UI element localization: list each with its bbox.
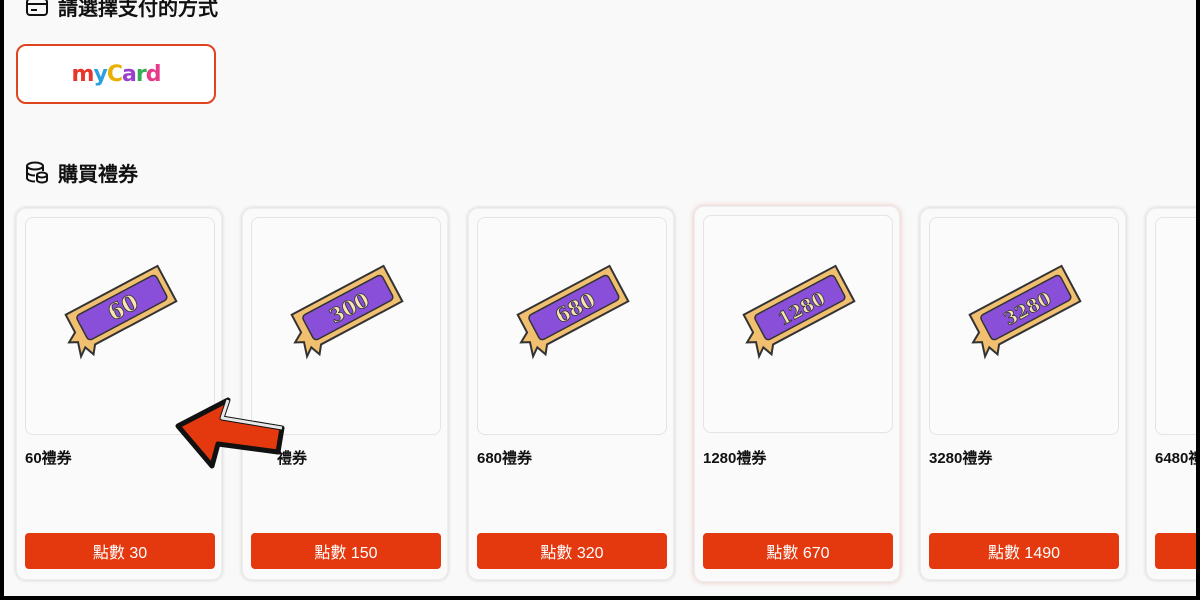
- purchase-title-text: 購買禮券: [58, 164, 138, 186]
- product-card[interactable]: 6480禮: [1146, 208, 1196, 580]
- buy-button[interactable]: 點數 30: [25, 533, 215, 569]
- wallet-icon: [24, 0, 50, 20]
- buy-button[interactable]: 點數 670: [703, 533, 893, 569]
- buy-button[interactable]: 點數 1490: [929, 533, 1119, 569]
- product-name: 680禮券: [477, 450, 533, 467]
- product-name: 6480禮: [1155, 450, 1196, 467]
- product-card[interactable]: 1280 1280禮券 點數 670: [694, 206, 900, 582]
- buy-button[interactable]: [1155, 533, 1196, 569]
- ticket-image: 1280: [703, 215, 893, 433]
- product-name: 3280禮券: [929, 450, 993, 467]
- mycard-logo: myCard: [71, 61, 162, 87]
- product-card[interactable]: 680 680禮券 點數 320: [468, 208, 674, 580]
- buy-button[interactable]: 點數 320: [477, 533, 667, 569]
- coins-stack-icon: [24, 160, 50, 186]
- product-name: 1280禮券: [703, 450, 767, 467]
- product-card[interactable]: 60 60禮券 點數 30: [16, 208, 222, 580]
- product-card[interactable]: 300 禮券 點數 150: [242, 208, 448, 580]
- mycard-payment-option[interactable]: myCard: [16, 44, 216, 104]
- buy-button[interactable]: 點數 150: [251, 533, 441, 569]
- ticket-image: [1155, 217, 1196, 435]
- product-card[interactable]: 3280 3280禮券 點數 1490: [920, 208, 1126, 580]
- product-name: 60禮券: [25, 450, 72, 467]
- payment-section-title: 請選擇支付的方式: [24, 0, 218, 21]
- payment-title-text: 請選擇支付的方式: [58, 0, 218, 20]
- purchase-section-title: 購買禮券: [24, 158, 138, 187]
- arrow-pointer-icon: [175, 397, 285, 469]
- ticket-image: 3280: [929, 217, 1119, 435]
- checkout-panel: 請選擇支付的方式 myCard 購買禮券 60 60禮券 點數 30 300 禮…: [4, 0, 1196, 596]
- ticket-image: 680: [477, 217, 667, 435]
